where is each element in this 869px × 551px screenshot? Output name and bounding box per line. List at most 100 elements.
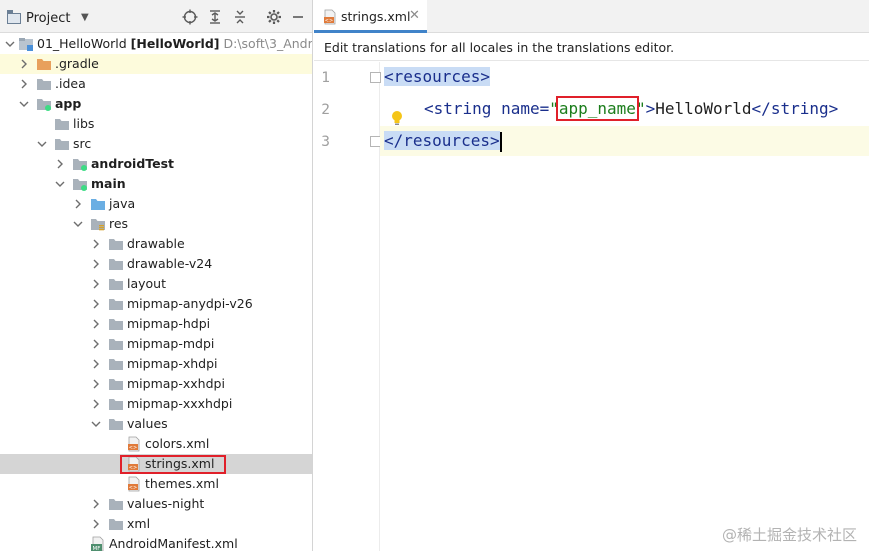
line-number: 3: [321, 134, 330, 150]
tree-item-values-night[interactable]: values-night: [0, 494, 312, 514]
chevron-right-icon[interactable]: [90, 358, 102, 370]
tree-item-label: app: [55, 96, 82, 111]
tree-item-mipmap-xxxhdpi[interactable]: mipmap-xxxhdpi: [0, 394, 312, 414]
tree-item-project-root[interactable]: 01_HelloWorld [HelloWorld] D:\soft\3_And…: [0, 34, 313, 54]
string-close-tag: </string>: [751, 99, 839, 118]
tree-item-label: drawable: [127, 236, 185, 251]
svg-text:<>: <>: [325, 18, 333, 24]
gear-icon[interactable]: [266, 9, 282, 25]
code-line-2: <string name="app_name">HelloWorld</stri…: [424, 94, 838, 124]
tree-item-label: drawable-v24: [127, 256, 213, 271]
tree-item-xml[interactable]: xml: [0, 514, 312, 534]
tab-strings-xml[interactable]: <> strings.xml ✕: [314, 0, 427, 33]
chevron-right-icon[interactable]: [90, 498, 102, 510]
tree-item-label: values-night: [127, 496, 205, 511]
app-name-value: app_name: [555, 96, 639, 121]
folder-icon: [108, 296, 124, 312]
close-icon[interactable]: ✕: [409, 8, 420, 23]
expand-all-icon[interactable]: [207, 9, 223, 25]
tree-item-drawable[interactable]: drawable: [0, 234, 312, 254]
chevron-down-icon[interactable]: [72, 218, 84, 230]
folder-icon: [108, 396, 124, 412]
tree-item-android-manifest[interactable]: MF AndroidManifest.xml: [0, 534, 312, 551]
tree-item-mipmap-xhdpi[interactable]: mipmap-xhdpi: [0, 354, 312, 374]
chevron-down-icon[interactable]: [18, 98, 30, 110]
chevron-right-icon[interactable]: [90, 298, 102, 310]
chevron-down-icon[interactable]: ▼: [81, 12, 89, 23]
tree-item-mipmap-xxhdpi[interactable]: mipmap-xxhdpi: [0, 374, 312, 394]
chevron-right-icon[interactable]: [90, 398, 102, 410]
name-attribute: name=: [501, 99, 550, 118]
chevron-down-icon[interactable]: [4, 38, 16, 50]
xml-file-icon: <>: [126, 476, 142, 492]
chevron-down-icon[interactable]: [90, 418, 102, 430]
tree-item-java[interactable]: java: [0, 194, 312, 214]
code-editor[interactable]: <resources> <string name="app_name">Hell…: [380, 62, 869, 551]
svg-text:<>: <>: [129, 445, 137, 451]
chevron-right-icon[interactable]: [90, 278, 102, 290]
tag-close-bracket: >: [645, 99, 656, 118]
code-line-3: </resources>: [384, 126, 502, 156]
tree-item-idea[interactable]: .idea: [0, 74, 312, 94]
chevron-right-icon[interactable]: [90, 378, 102, 390]
tree-item-libs[interactable]: libs: [0, 114, 312, 134]
project-path: D:\soft\3_Android: [223, 36, 313, 51]
tree-item-main[interactable]: main: [0, 174, 312, 194]
chevron-right-icon[interactable]: [18, 58, 30, 70]
tree-item-themes-xml[interactable]: <> themes.xml: [0, 474, 312, 494]
tree-item-mipmap-anydpi-v26[interactable]: mipmap-anydpi-v26: [0, 294, 312, 314]
translations-notification: Edit translations for all locales in the…: [314, 34, 869, 61]
chevron-right-icon[interactable]: [90, 258, 102, 270]
tree-item-label: mipmap-xxhdpi: [127, 376, 225, 391]
folder-icon: [108, 416, 124, 432]
tree-item-mipmap-mdpi[interactable]: mipmap-mdpi: [0, 334, 312, 354]
folder-icon: [108, 336, 124, 352]
chevron-down-icon[interactable]: [36, 138, 48, 150]
svg-text:MF: MF: [93, 546, 101, 551]
module-name: [HelloWorld]: [130, 36, 220, 51]
notification-text: Edit translations for all locales in the…: [324, 40, 675, 55]
folder-icon: [108, 516, 124, 532]
line-number: 2: [321, 102, 330, 118]
chevron-right-icon[interactable]: [90, 518, 102, 530]
tree-item-label: colors.xml: [145, 436, 210, 451]
hide-panel-icon[interactable]: [290, 9, 306, 25]
tree-item-res[interactable]: res: [0, 214, 312, 234]
folder-icon: [108, 356, 124, 372]
tree-item-app[interactable]: app: [0, 94, 312, 114]
collapse-all-icon[interactable]: [232, 9, 248, 25]
xml-file-icon: <>: [126, 436, 142, 452]
folder-icon: [108, 276, 124, 292]
tree-item-src[interactable]: src: [0, 134, 312, 154]
folder-icon: [108, 376, 124, 392]
project-icon: [6, 10, 21, 24]
tree-item-mipmap-hdpi[interactable]: mipmap-hdpi: [0, 314, 312, 334]
tree-item-values[interactable]: values: [0, 414, 312, 434]
chevron-right-icon[interactable]: [18, 78, 30, 90]
chevron-right-icon[interactable]: [72, 198, 84, 210]
svg-text:<>: <>: [129, 485, 137, 491]
quote: ": [635, 99, 646, 118]
tree-item-label: mipmap-xxxhdpi: [127, 396, 233, 411]
project-view-selector[interactable]: Project: [26, 11, 70, 26]
chevron-right-icon[interactable]: [54, 158, 66, 170]
tree-item-colors-xml[interactable]: <> colors.xml: [0, 434, 312, 454]
chevron-right-icon[interactable]: [90, 238, 102, 250]
code-line-1: <resources>: [384, 62, 490, 92]
tree-item-label: mipmap-anydpi-v26: [127, 296, 253, 311]
chevron-down-icon[interactable]: [54, 178, 66, 190]
tree-item-strings-xml[interactable]: <> strings.xml: [0, 454, 312, 474]
tree-item-label: res: [109, 216, 129, 231]
tree-item-label: values: [127, 416, 168, 431]
tree-item-drawable-v24[interactable]: drawable-v24: [0, 254, 312, 274]
watermark: @稀土掘金技术社区: [721, 526, 857, 544]
tree-item-gradle[interactable]: .gradle: [0, 54, 312, 74]
tree-item-layout[interactable]: layout: [0, 274, 312, 294]
folder-excluded-icon: [36, 56, 52, 72]
chevron-right-icon[interactable]: [90, 318, 102, 330]
tree-item-androidtest[interactable]: androidTest: [0, 154, 312, 174]
tree-item-label: 01_HelloWorld: [37, 36, 127, 51]
tree-item-label: themes.xml: [145, 476, 219, 491]
locate-icon[interactable]: [182, 9, 198, 25]
chevron-right-icon[interactable]: [90, 338, 102, 350]
